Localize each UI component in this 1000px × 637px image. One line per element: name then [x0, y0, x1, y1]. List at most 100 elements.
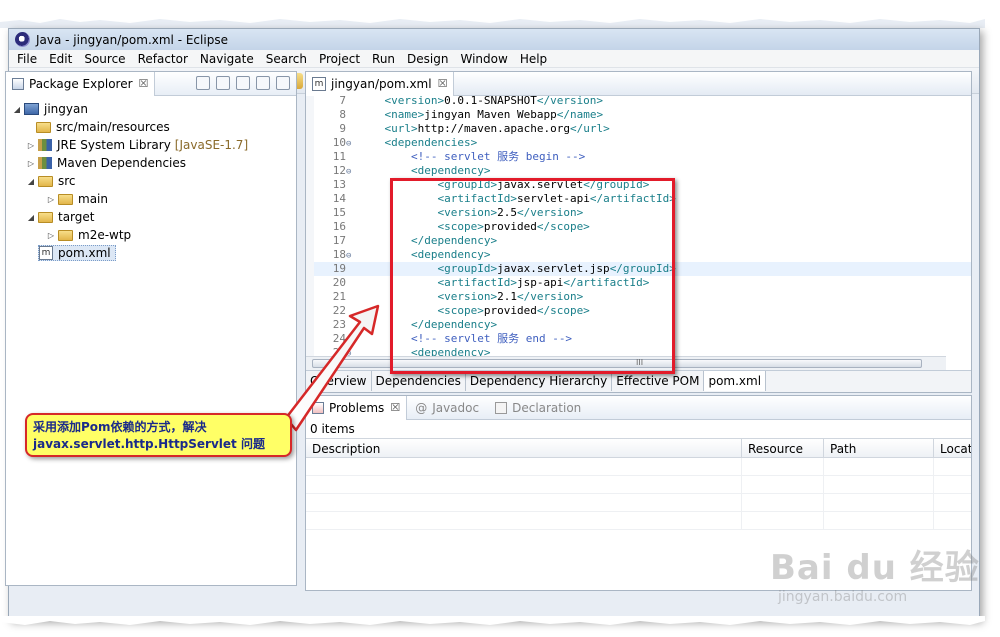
xml-comment: <!-- servlet 服务 end -->: [410, 332, 573, 345]
line-number: 18: [332, 248, 346, 261]
selected-item[interactable]: m pom.xml: [38, 245, 116, 261]
tree-item-main[interactable]: ▷ main: [6, 190, 296, 208]
code-line[interactable]: 13 <groupId>javax.servlet</groupId>: [314, 178, 971, 192]
collapse-all-icon[interactable]: [196, 76, 210, 90]
tree-item-label: src/main/resources: [56, 120, 170, 134]
fold-toggle-icon[interactable]: ⊖: [346, 137, 358, 151]
close-icon[interactable]: ☒: [139, 77, 149, 90]
xml-text: javax.servlet.jsp: [497, 262, 610, 275]
code-line[interactable]: 17 </dependency>: [314, 234, 971, 248]
code-line[interactable]: 22 <scope>provided</scope>: [314, 304, 971, 318]
fold-toggle-icon[interactable]: ⊖: [346, 249, 358, 263]
tab-declaration[interactable]: Declaration: [487, 396, 589, 420]
xml-text: javax.servlet: [497, 178, 584, 191]
collapsed-triangle-icon[interactable]: ▷: [26, 141, 36, 150]
xml-tag: </dependency>: [410, 234, 498, 247]
expanded-triangle-icon[interactable]: ◢: [26, 213, 36, 222]
tab-overview[interactable]: Overview: [306, 371, 372, 391]
menu-window[interactable]: Window: [454, 52, 513, 66]
tab-pom-xml-source[interactable]: pom.xml: [704, 371, 767, 391]
menu-design[interactable]: Design: [401, 52, 454, 66]
code-line[interactable]: 9 <url>http://maven.apache.org</url>: [314, 122, 971, 136]
xml-tag: </scope>: [536, 220, 590, 233]
xml-tag: </artifactId>: [589, 192, 676, 205]
line-number: 16: [332, 220, 346, 233]
menu-file[interactable]: File: [11, 52, 43, 66]
code-line[interactable]: 16 <scope>provided</scope>: [314, 220, 971, 234]
tree-item-jingyan[interactable]: ◢ jingyan: [6, 100, 296, 118]
scrollbar-thumb[interactable]: [312, 359, 922, 368]
xml-text: http://maven.apache.org: [417, 122, 570, 135]
close-icon[interactable]: ☒: [390, 401, 400, 414]
code-line[interactable]: 8 <name>jingyan Maven Webapp</name>: [314, 108, 971, 122]
code-line[interactable]: 23 </dependency>: [314, 318, 971, 332]
menu-navigate[interactable]: Navigate: [194, 52, 260, 66]
collapsed-triangle-icon[interactable]: ▷: [26, 159, 36, 168]
code-line[interactable]: 14 <artifactId>servlet-api</artifactId>: [314, 192, 971, 206]
code-line[interactable]: 11 <!-- servlet 服务 begin -->: [314, 150, 971, 164]
menu-search[interactable]: Search: [260, 52, 313, 66]
maximize-icon[interactable]: [276, 76, 290, 90]
view-menu-icon[interactable]: [236, 76, 250, 90]
tree-item-src[interactable]: ◢ src: [6, 172, 296, 190]
code-line[interactable]: 12⊖ <dependency>: [314, 164, 971, 178]
code-line[interactable]: 24 <!-- servlet 服务 end -->: [314, 332, 971, 346]
table-row: [306, 494, 971, 512]
menu-project[interactable]: Project: [313, 52, 366, 66]
tab-dependency-hierarchy[interactable]: Dependency Hierarchy: [465, 371, 613, 391]
tree-item-pom-xml[interactable]: m pom.xml: [6, 244, 296, 262]
column-path[interactable]: Path: [824, 439, 934, 457]
line-number: 20: [332, 276, 346, 289]
menu-refactor[interactable]: Refactor: [132, 52, 194, 66]
tree-item-m2e-wtp[interactable]: ▷ m2e-wtp: [6, 226, 296, 244]
line-number: 24: [332, 332, 346, 345]
code-line[interactable]: 18⊖ <dependency>: [314, 248, 971, 262]
tab-javadoc[interactable]: @ Javadoc: [407, 396, 487, 420]
menu-help[interactable]: Help: [514, 52, 553, 66]
xml-text: 2.1: [497, 290, 517, 303]
collapsed-triangle-icon[interactable]: ▷: [46, 195, 56, 204]
tree-item-maven-dependencies[interactable]: ▷ Maven Dependencies: [6, 154, 296, 172]
package-explorer-tabbar: Package Explorer ☒: [6, 71, 296, 96]
tree-item-target[interactable]: ◢ target: [6, 208, 296, 226]
code-line[interactable]: 21 <version>2.1</version>: [314, 290, 971, 304]
horizontal-scrollbar[interactable]: III: [306, 356, 946, 370]
code-line[interactable]: 10⊖ <dependencies>: [314, 136, 971, 150]
line-number: 10: [332, 136, 346, 149]
tab-pom-xml[interactable]: m jingyan/pom.xml ☒: [306, 71, 455, 96]
code-line[interactable]: 7 <version>0.0.1-SNAPSHOT</version>: [314, 96, 971, 108]
tree-item-src-main-resources[interactable]: src/main/resources: [6, 118, 296, 136]
code-line[interactable]: 20 <artifactId>jsp-api</artifactId>: [314, 276, 971, 290]
code-area[interactable]: 7 <version>0.0.1-SNAPSHOT</version> 8 <na…: [306, 96, 971, 356]
menu-edit[interactable]: Edit: [43, 52, 78, 66]
collapsed-triangle-icon[interactable]: ▷: [46, 231, 56, 240]
fold-toggle-icon[interactable]: ⊖: [346, 165, 358, 179]
tab-dependencies[interactable]: Dependencies: [371, 371, 466, 391]
link-with-editor-icon[interactable]: [216, 76, 230, 90]
minimize-icon[interactable]: [256, 76, 270, 90]
library-icon: [38, 139, 52, 151]
column-location[interactable]: Location: [934, 439, 971, 457]
column-resource[interactable]: Resource: [742, 439, 824, 457]
declaration-tab-label: Declaration: [512, 400, 582, 415]
fold-toggle-icon[interactable]: ⊖: [346, 347, 358, 356]
code-line[interactable]: 25⊖ <dependency>: [314, 346, 971, 356]
project-tree: ◢ jingyan src/main/resources ▷ JRE Syste…: [6, 96, 296, 262]
close-icon[interactable]: ☒: [438, 77, 448, 90]
tab-effective-pom[interactable]: Effective POM: [612, 371, 705, 391]
xml-tag: <artifactId>: [437, 192, 517, 205]
tree-item-jre-system-library[interactable]: ▷ JRE System Library [JavaSE-1.7]: [6, 136, 296, 154]
expanded-triangle-icon[interactable]: ◢: [12, 105, 22, 114]
torn-edge-bottom: [0, 616, 985, 625]
expanded-triangle-icon[interactable]: ◢: [26, 177, 36, 186]
tab-problems[interactable]: Problems ☒: [306, 395, 408, 420]
code-line[interactable]: 19 <groupId>javax.servlet.jsp</groupId>: [314, 262, 971, 276]
code-line[interactable]: 15 <version>2.5</version>: [314, 206, 971, 220]
menu-source[interactable]: Source: [78, 52, 131, 66]
tab-package-explorer[interactable]: Package Explorer ☒: [6, 71, 156, 96]
column-description[interactable]: Description: [306, 439, 742, 457]
tree-item-label: m2e-wtp: [78, 228, 132, 242]
menu-run[interactable]: Run: [366, 52, 401, 66]
